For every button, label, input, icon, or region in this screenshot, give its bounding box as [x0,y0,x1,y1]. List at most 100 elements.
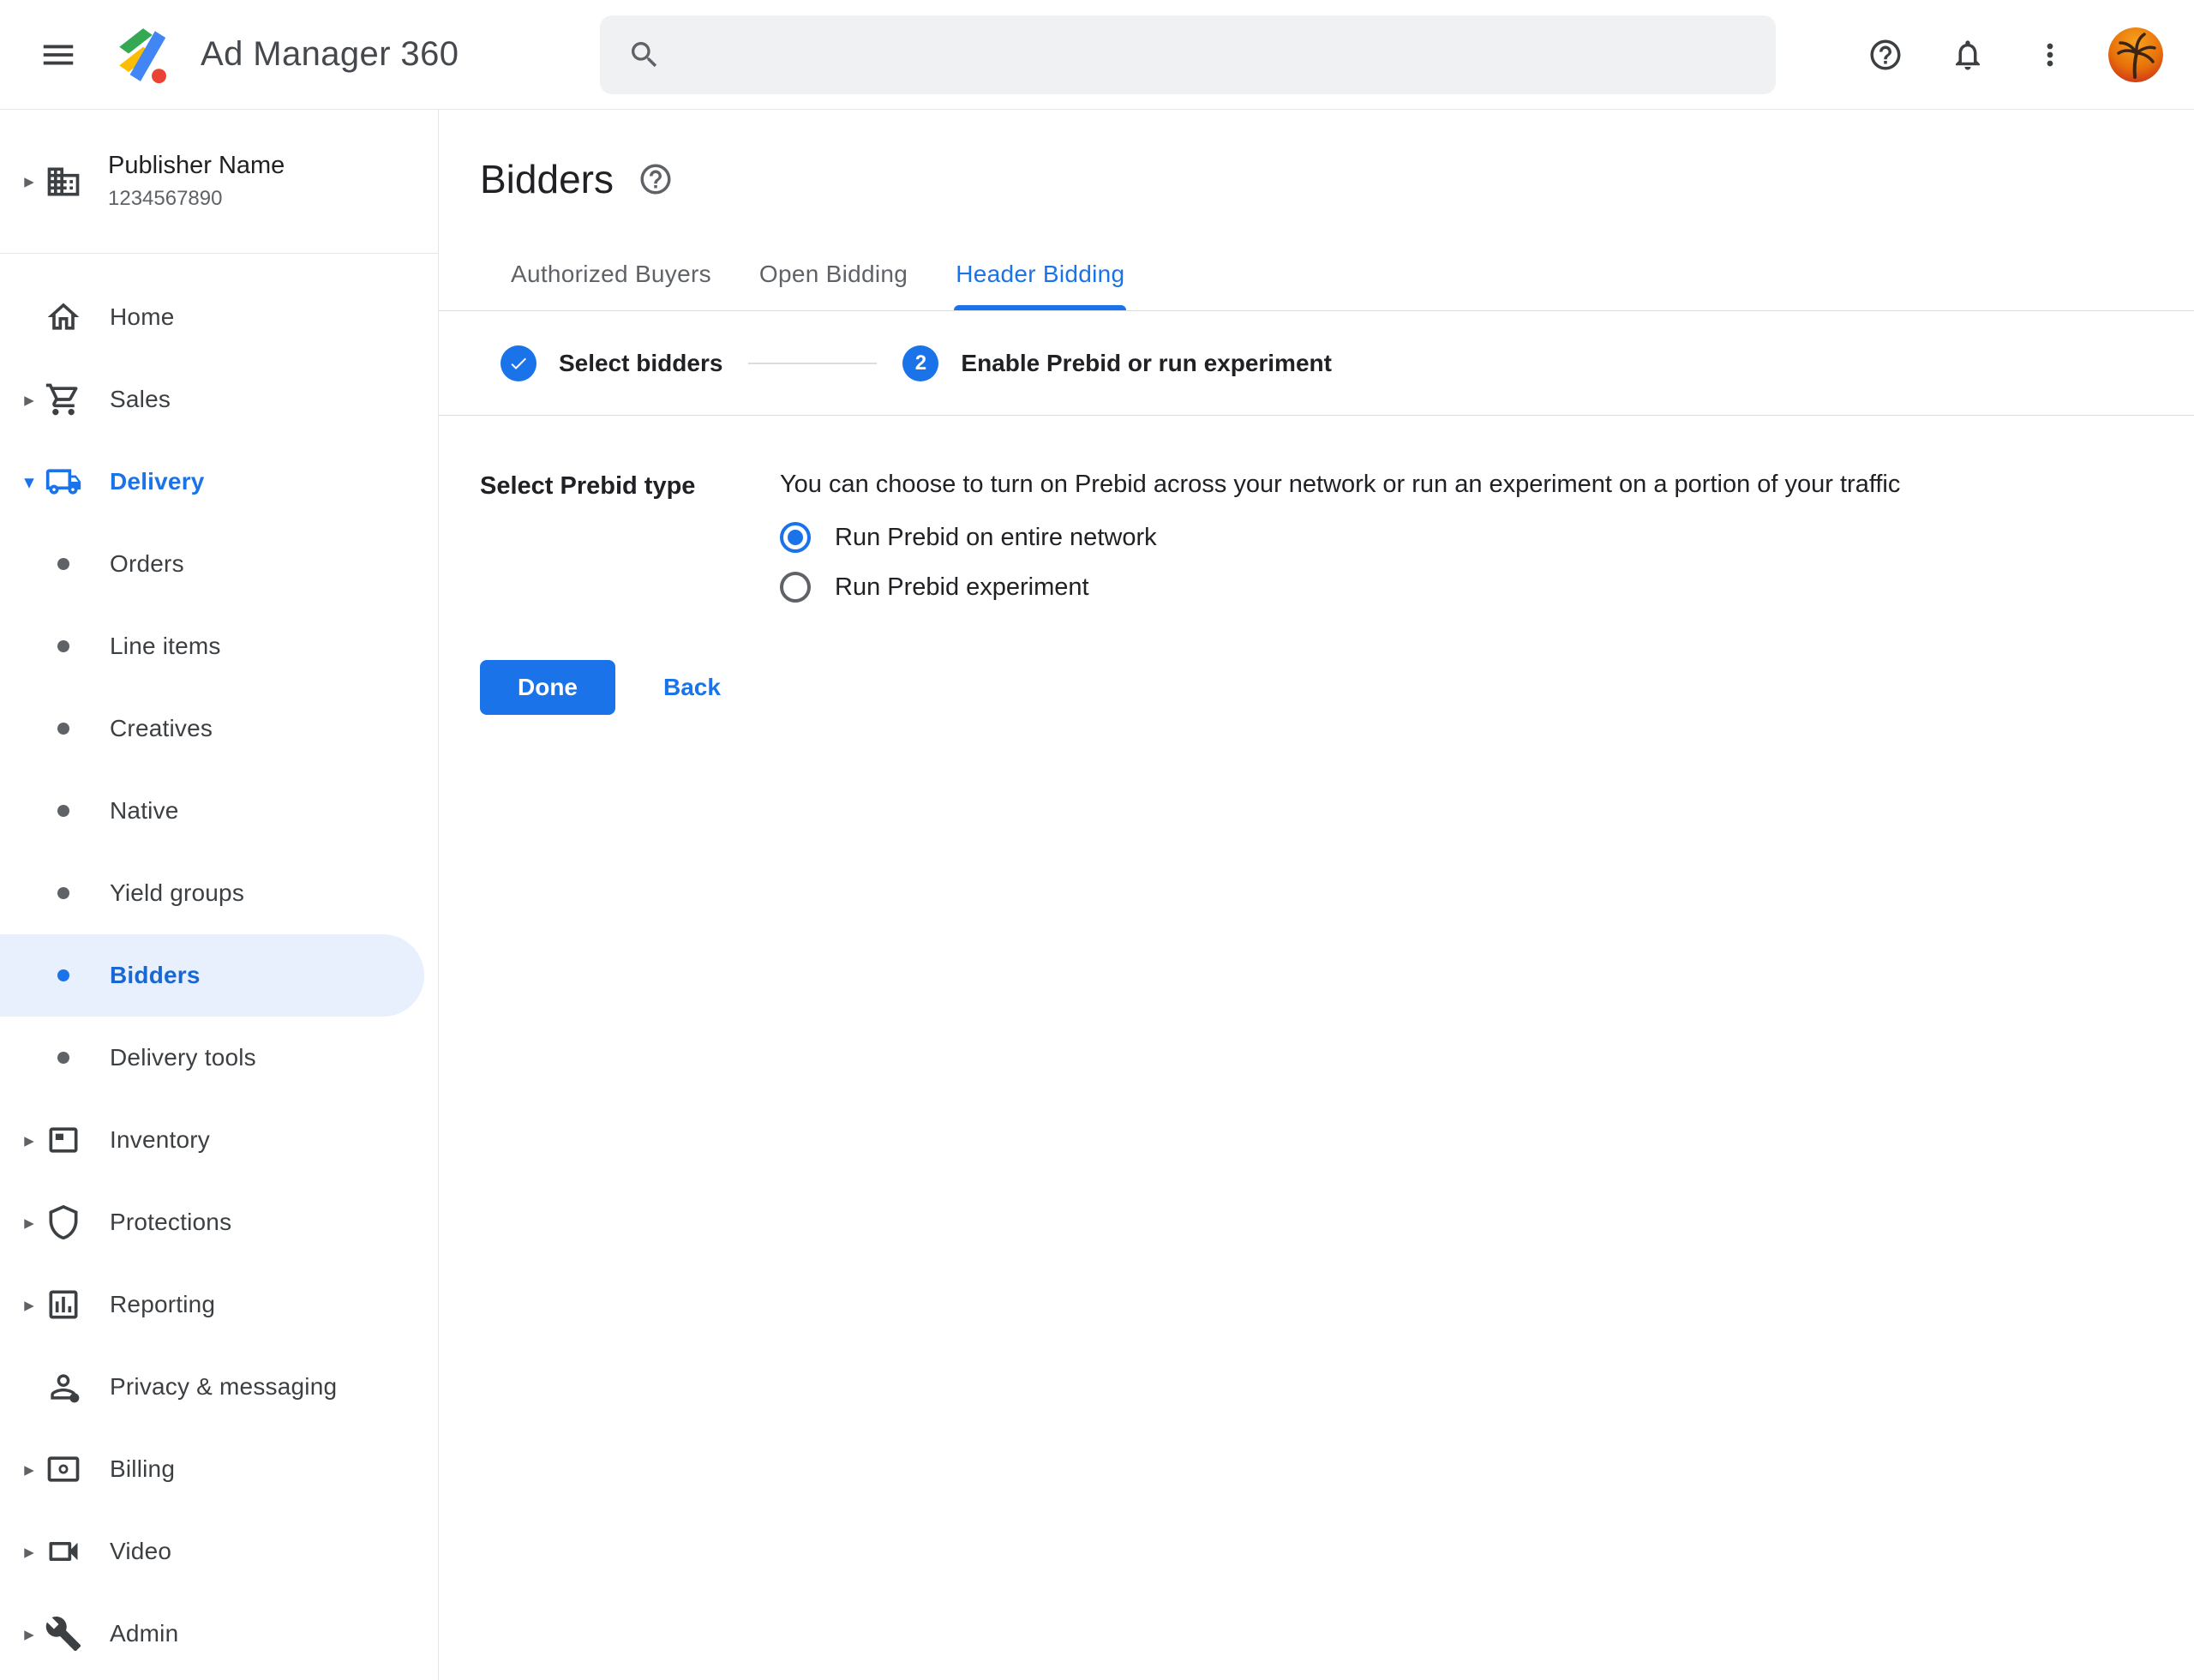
hamburger-menu-icon[interactable] [36,33,81,77]
sidebar-item-line-items[interactable]: Line items [0,605,438,687]
sidebar-item-bidders[interactable]: Bidders [0,934,424,1017]
sidebar-item-label: Line items [110,633,221,660]
step-select-bidders[interactable]: Select bidders [501,345,722,381]
payment-icon [45,1450,82,1488]
form-actions: Done Back [439,660,2194,715]
sidebar-item-label: Bidders [110,962,201,989]
building-icon [45,163,82,201]
sidebar-item-delivery-tools[interactable]: Delivery tools [0,1017,438,1099]
truck-icon [45,463,82,501]
ad-manager-logo [111,23,175,87]
sidebar-item-sales[interactable]: ▸ Sales [0,358,438,441]
sidebar-item-label: Home [110,303,175,331]
section-description: You can choose to turn on Prebid across … [780,471,1900,499]
radio-unselected-icon[interactable] [780,572,811,603]
sidebar-item-label: Native [110,797,179,825]
sidebar-item-creatives[interactable]: Creatives [0,687,438,770]
bullet-icon [45,792,82,830]
bullet-icon [45,627,82,665]
step2-label: Enable Prebid or run experiment [961,350,1332,377]
sidebar-item-label: Reporting [110,1291,215,1318]
sidebar-item-label: Privacy & messaging [110,1373,337,1401]
chevron-right-icon: ▸ [14,1293,45,1317]
sidebar-item-label: Admin [110,1620,178,1647]
sidebar-item-billing[interactable]: ▸ Billing [0,1428,438,1510]
radio-group: Run Prebid on entire network Run Prebid … [780,513,1900,612]
shield-icon [45,1203,82,1241]
publisher-selector[interactable]: ▸ Publisher Name 1234567890 [0,110,438,254]
sidebar: ▸ Publisher Name 1234567890 Home ▸ Sales… [0,110,439,1680]
search-input[interactable] [684,40,1748,69]
header-actions [1822,0,2163,110]
chevron-right-icon: ▸ [14,1211,45,1234]
sidebar-item-yield-groups[interactable]: Yield groups [0,852,438,934]
help-icon[interactable] [1867,36,1904,74]
tab-bar: Authorized Buyers Open Bidding Header Bi… [439,238,2194,311]
tab-authorized-buyers[interactable]: Authorized Buyers [487,238,735,310]
radio-selected-icon[interactable] [780,522,811,553]
done-button[interactable]: Done [480,660,615,715]
sidebar-item-native[interactable]: Native [0,770,438,852]
step-connector [748,363,877,364]
sidebar-item-label: Inventory [110,1126,210,1154]
prebid-type-section: Select Prebid type You can choose to tur… [439,471,2194,612]
check-icon [508,353,529,374]
radio-label: Run Prebid on entire network [835,524,1157,552]
chevron-right-icon: ▸ [14,170,45,193]
sidebar-item-home[interactable]: Home [0,276,438,358]
sidebar-item-label: Delivery tools [110,1044,256,1071]
sidebar-item-privacy-messaging[interactable]: Privacy & messaging [0,1346,438,1428]
stepper: Select bidders 2 Enable Prebid or run ex… [439,311,2194,416]
sidebar-item-reporting[interactable]: ▸ Reporting [0,1263,438,1346]
bar-chart-icon [45,1286,82,1323]
search-icon [627,38,662,72]
bullet-icon [45,545,82,583]
top-app-bar: Ad Manager 360 [0,0,2194,110]
radio-option-entire-network[interactable]: Run Prebid on entire network [780,513,1900,562]
bullet-icon [45,874,82,912]
step1-circle [501,345,537,381]
notifications-bell-icon[interactable] [1949,36,1987,74]
sidebar-item-label: Video [110,1538,171,1565]
chevron-right-icon: ▸ [14,388,45,411]
page-title: Bidders [480,156,614,202]
bullet-icon [45,957,82,994]
sidebar-item-label: Billing [110,1455,175,1483]
sidebar-item-orders[interactable]: Orders [0,523,438,605]
sidebar-item-label: Sales [110,386,171,413]
chevron-down-icon: ▾ [14,471,45,494]
chevron-right-icon: ▸ [14,1129,45,1152]
sidebar-item-label: Yield groups [110,879,244,907]
bullet-icon [45,1039,82,1077]
avatar[interactable] [2108,27,2163,82]
app-title: Ad Manager 360 [201,35,459,74]
videocam-icon [45,1533,82,1570]
more-vert-icon[interactable] [2031,36,2069,74]
sidebar-item-label: Orders [110,550,184,578]
back-link[interactable]: Back [663,674,721,701]
sidebar-item-admin[interactable]: ▸ Admin [0,1593,438,1675]
sidebar-item-label: Protections [110,1209,231,1236]
step-enable-prebid[interactable]: 2 Enable Prebid or run experiment [902,345,1332,381]
cart-icon [45,381,82,418]
step1-label: Select bidders [559,350,722,377]
inventory-icon [45,1121,82,1159]
sidebar-item-inventory[interactable]: ▸ Inventory [0,1099,438,1181]
tab-header-bidding[interactable]: Header Bidding [932,238,1148,310]
sidebar-item-video[interactable]: ▸ Video [0,1510,438,1593]
main-content: Bidders Authorized Buyers Open Bidding H… [439,110,2194,1680]
person-icon [45,1368,82,1406]
chevron-right-icon: ▸ [14,1458,45,1481]
bullet-icon [45,710,82,747]
radio-option-experiment[interactable]: Run Prebid experiment [780,562,1900,612]
chevron-right-icon: ▸ [14,1623,45,1646]
chevron-right-icon: ▸ [14,1540,45,1563]
sidebar-item-delivery[interactable]: ▾ Delivery [0,441,438,523]
sidebar-item-protections[interactable]: ▸ Protections [0,1181,438,1263]
page-help-icon[interactable] [638,161,674,197]
section-label: Select Prebid type [480,471,780,612]
publisher-id: 1234567890 [108,187,285,211]
search-bar[interactable] [600,15,1776,94]
tab-open-bidding[interactable]: Open Bidding [735,238,932,310]
publisher-name: Publisher Name [108,152,285,180]
